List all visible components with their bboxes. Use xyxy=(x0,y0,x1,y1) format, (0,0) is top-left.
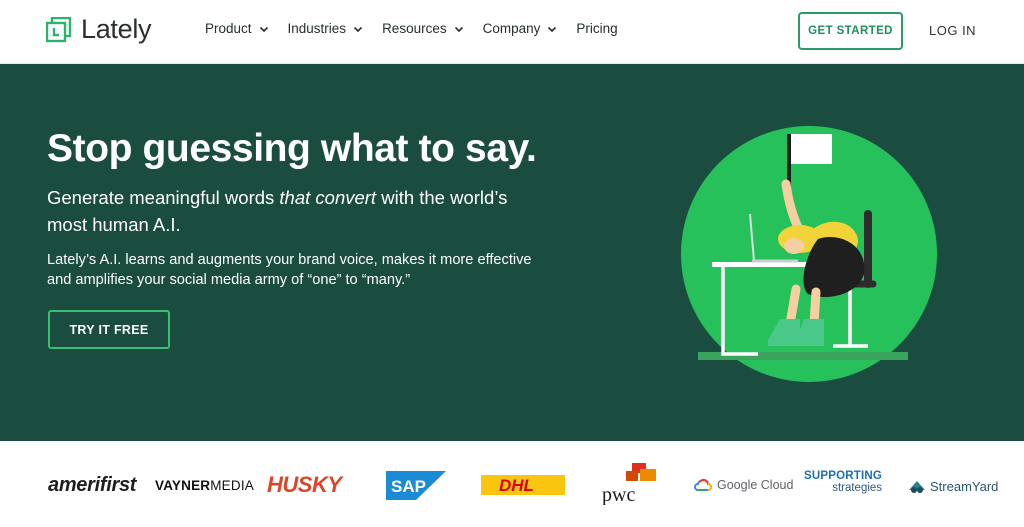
amerifirst-logo: amerifirst xyxy=(48,474,137,496)
strategies-wordmark: strategies xyxy=(832,482,883,494)
try-it-free-button[interactable]: TRY IT FREE xyxy=(48,310,170,349)
sub-pre: Generate meaningful words xyxy=(47,187,280,208)
dhl-logo: DHL xyxy=(481,475,565,495)
vaynermedia-logo: VAYNERMEDIA xyxy=(155,478,254,493)
hero-illustration xyxy=(681,126,937,382)
menu-industries-label: Industries xyxy=(287,21,347,36)
hero-headline: Stop guessing what to say. xyxy=(47,127,537,170)
sap-logo: SAP xyxy=(386,471,446,500)
logo-wordmark: Lately xyxy=(81,14,152,44)
top-navigation: Lately Product Industries Resources Comp… xyxy=(0,0,1024,64)
chevron-down-icon xyxy=(454,26,463,32)
chevron-down-icon xyxy=(548,26,557,32)
google-cloud-logo: Google Cloud xyxy=(694,478,793,492)
chevron-down-icon xyxy=(259,26,268,32)
login-link[interactable]: LOG IN xyxy=(929,23,976,38)
menu-product[interactable]: Product xyxy=(205,21,269,36)
menu-product-label: Product xyxy=(205,21,252,36)
chevron-down-icon xyxy=(353,26,363,32)
supporting-wordmark: SUPPORTING xyxy=(804,470,883,482)
lately-logo[interactable]: Lately xyxy=(46,14,152,45)
pwc-logo: pwc xyxy=(602,463,656,505)
menu-resources[interactable]: Resources xyxy=(382,21,464,36)
hero-subheadline: Generate meaningful words that convert w… xyxy=(47,184,517,238)
menu-industries[interactable]: Industries xyxy=(288,21,364,36)
white-flag-icon xyxy=(791,134,832,164)
google-cloud-icon xyxy=(694,478,712,491)
get-started-button[interactable]: GET STARTED xyxy=(798,12,903,50)
husky-logo: HUSKY xyxy=(267,472,342,497)
streamyard-icon xyxy=(909,481,925,493)
pwc-wordmark: pwc xyxy=(602,484,635,505)
main-menu: Product Industries Resources Company Pri… xyxy=(205,21,637,36)
hero-section: Stop guessing what to say. Generate mean… xyxy=(0,64,1024,441)
vayner-wordmark: VAYNER xyxy=(155,478,211,493)
streamyard-wordmark: StreamYard xyxy=(930,478,999,494)
menu-resources-label: Resources xyxy=(382,21,447,36)
client-logo-strip: amerifirst VAYNERMEDIA HUSKY SAP DHL pwc… xyxy=(0,441,1024,527)
hero-description: Lately’s A.I. learns and augments your b… xyxy=(47,252,532,288)
menu-company[interactable]: Company xyxy=(483,21,558,36)
menu-company-label: Company xyxy=(482,21,541,36)
sap-wordmark: SAP xyxy=(391,477,426,496)
dhl-wordmark: DHL xyxy=(499,476,534,495)
media-wordmark: MEDIA xyxy=(210,478,254,493)
supporting-strategies-logo: SUPPORTING strategies xyxy=(804,470,882,494)
google-cloud-wordmark: Google Cloud xyxy=(717,478,794,492)
menu-pricing-label: Pricing xyxy=(576,21,618,36)
sub-emphasis: that convert xyxy=(279,187,377,208)
lately-logo-icon xyxy=(46,16,72,42)
menu-pricing[interactable]: Pricing xyxy=(576,21,617,36)
streamyard-logo: StreamYard xyxy=(908,478,998,494)
